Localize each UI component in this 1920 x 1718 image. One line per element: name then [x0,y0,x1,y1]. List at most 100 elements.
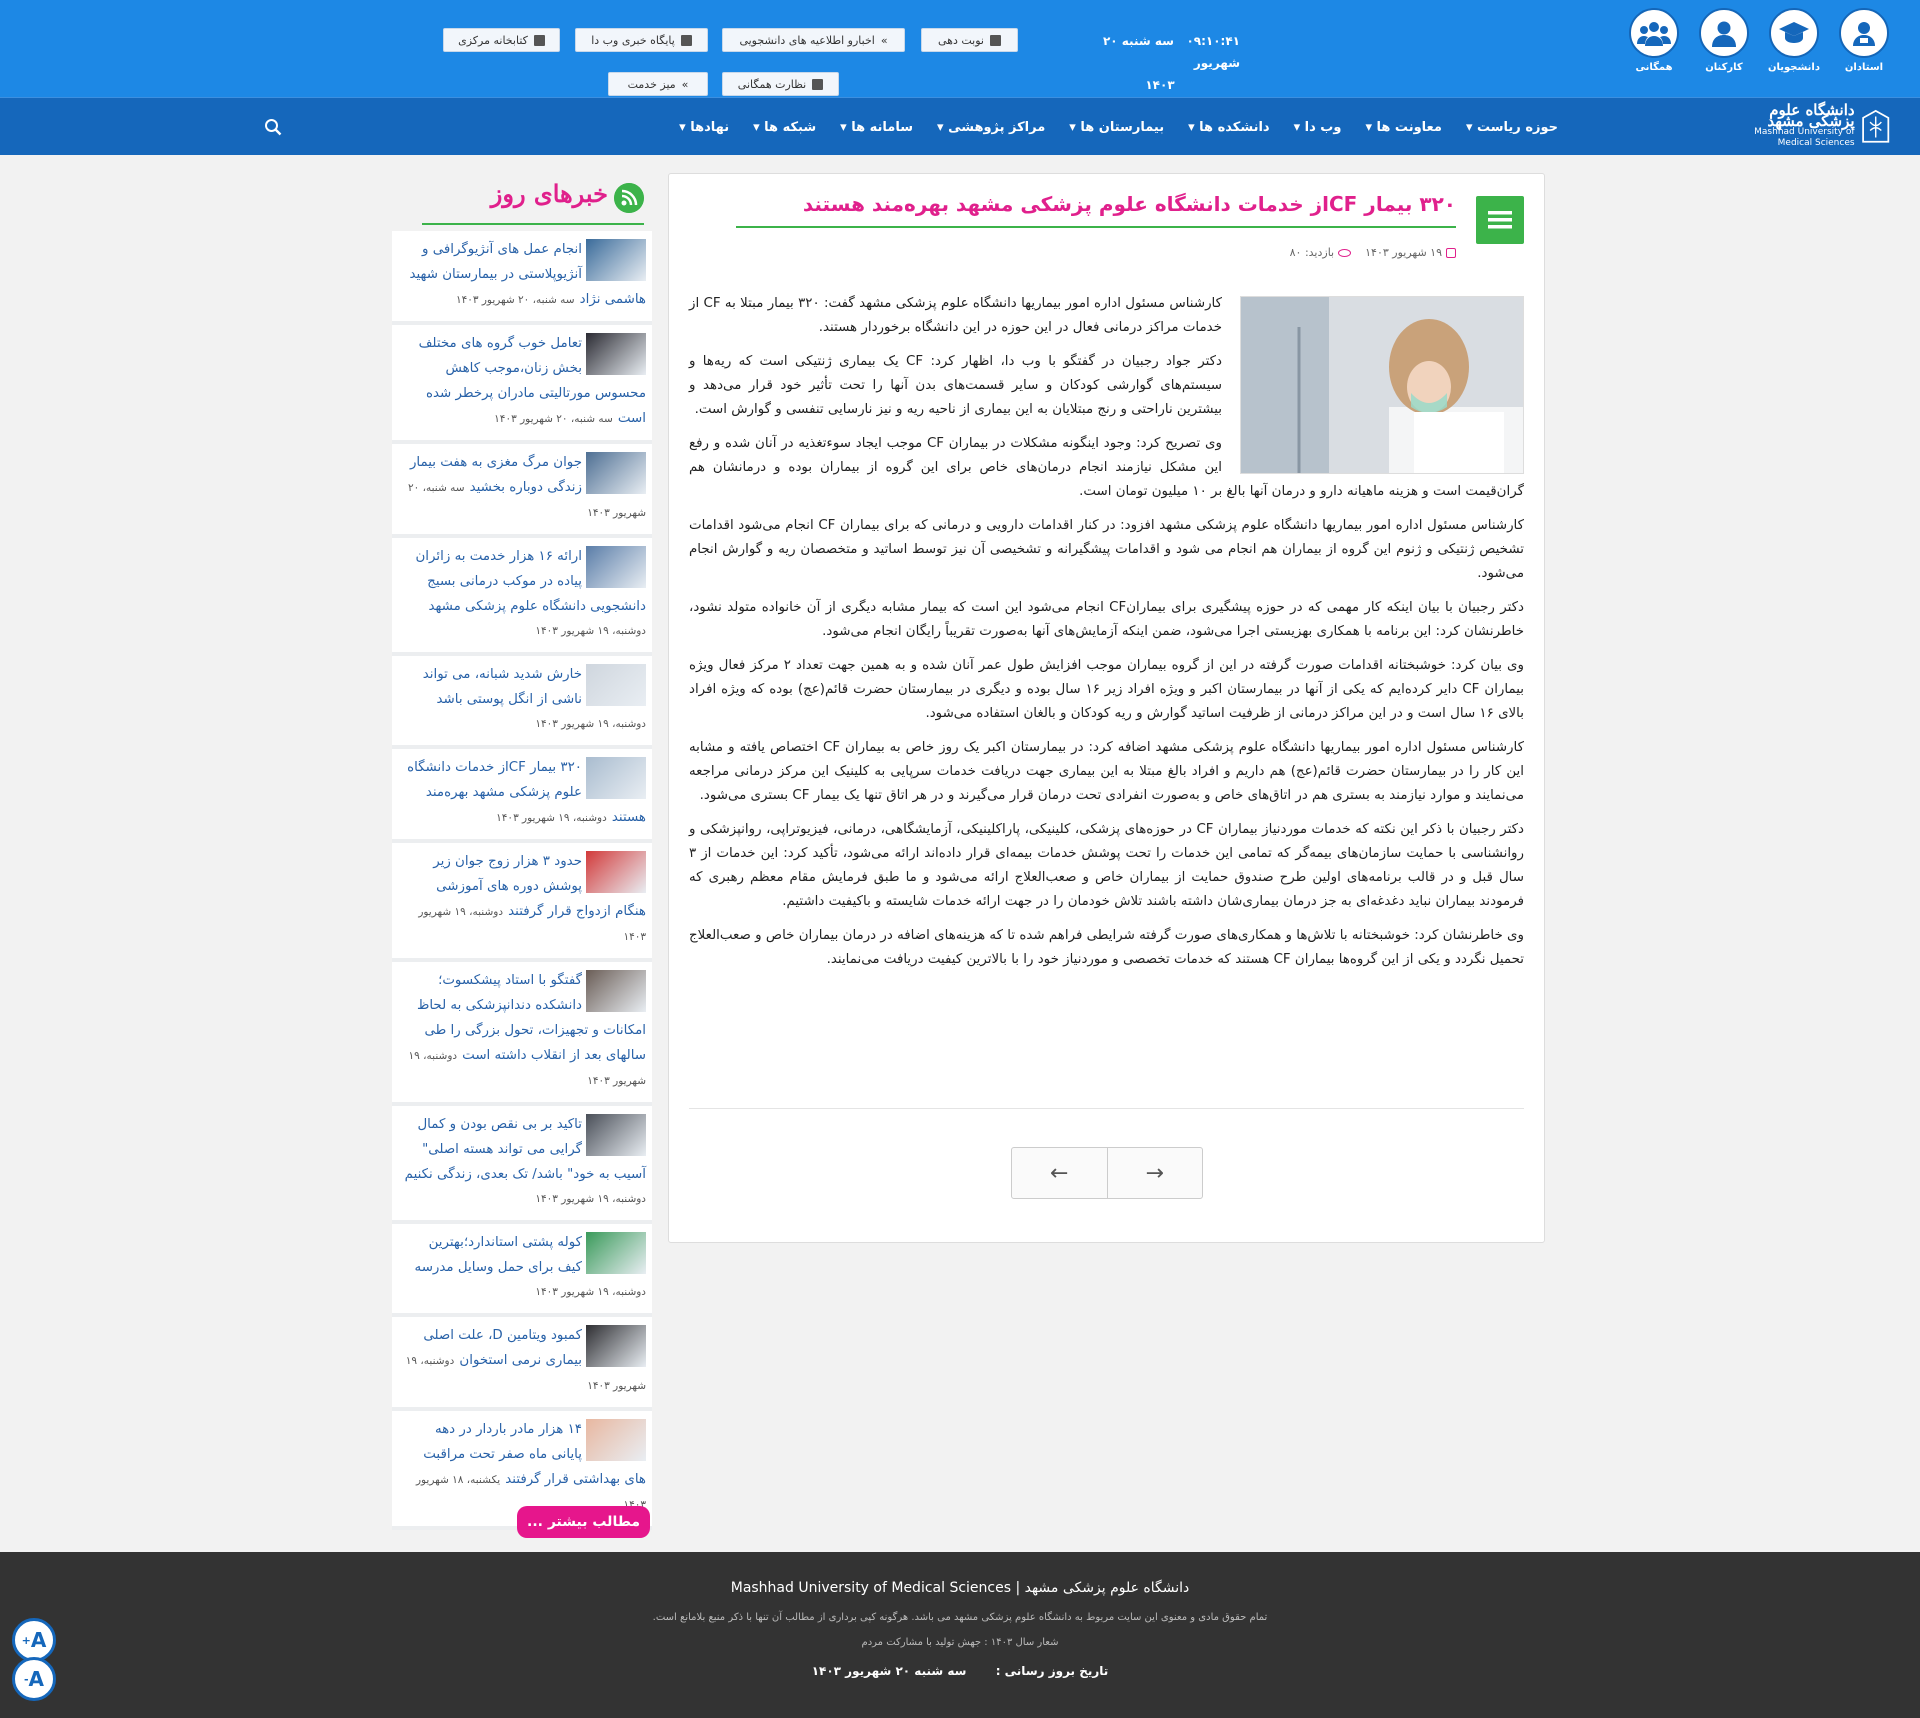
service-desk-button[interactable]: » میز خدمت [608,72,708,96]
book-icon [812,78,824,90]
article-paragraph: دکتر رجبیان با ذکر این نکته که خدمات مور… [689,822,1524,909]
news-thumbnail[interactable] [586,452,646,494]
nav-item-webda[interactable]: وب دا ▾ [1282,120,1354,135]
double-chevron-icon: » [681,77,689,91]
menu-list-icon [1476,196,1524,244]
public-oversight-button[interactable]: نظارت همگانی [722,72,839,96]
nav-item-label: بیمارستان ها [1080,119,1165,135]
public-oversight-label: نظارت همگانی [737,77,807,91]
news-thumbnail[interactable] [586,1325,646,1367]
nav-item-systems[interactable]: سامانه ها ▾ [828,120,925,135]
footer-update: تاریخ بروز رسانی : سه شنبه ۲۰ شهریور ۱۴۰… [0,1664,1920,1678]
sidebar-header: خبرهای روز [422,173,644,225]
news-thumbnail[interactable] [586,851,646,893]
graduation-cap-icon [1769,8,1819,58]
nav-item-institutions[interactable]: نهادها ▾ [667,120,741,135]
article-title: ۳۲۰ بیمار CFاز خدمات دانشگاه علوم پزشکی … [736,192,1456,228]
news-item[interactable]: گفتگو با استاد پیشکسوت؛ دانشکده دندانپزش… [392,962,652,1106]
news-date: سه شنبه، ۲۰ شهریور ۱۴۰۳ [494,413,613,425]
news-thumbnail[interactable] [586,333,646,375]
article-paragraph: کارشناس مسئول اداره امور بیماریها دانشگا… [689,740,1524,803]
news-title[interactable]: خارش شدید شبانه، می تواند ناشی از انگل پ… [423,667,582,707]
search-icon[interactable] [264,118,282,136]
nav-item-label: مراکز پژوهشی [948,119,1046,135]
article-paragraph: وی بیان کرد: خوشبختانه اقدامات صورت گرفت… [689,658,1524,721]
news-item[interactable]: تاکید بر بی نقص بودن و کمال گرایی می توا… [392,1106,652,1224]
news-date: دوشنبه، ۱۹ شهریور ۱۴۰۳ [496,812,607,824]
footer-slogan: شعار سال ۱۴۰۳ : جهش تولید با مشارکت مردم [861,1637,1059,1648]
news-thumbnail[interactable] [586,664,646,706]
role-professors-label: استادان [1844,62,1884,73]
nav-item-label: نهادها [690,119,730,135]
sidebar-title: خبرهای روز [490,179,608,208]
news-thumbnail[interactable] [586,239,646,281]
role-public-label: همگانی [1635,62,1673,73]
news-thumbnail[interactable] [586,1114,646,1156]
news-item[interactable]: کمبود ویتامین D، علت اصلی بیماری نرمی اس… [392,1317,652,1411]
book-icon [533,34,545,46]
article-paragraph: دکتر رجبیان با بیان اینکه کار مهمی که در… [689,600,1524,639]
header-time: ۰۹:۱۰:۴۱ [1186,34,1240,48]
news-title[interactable]: کوله پشتی استاندارد؛بهترین کیف برای حمل … [415,1235,582,1275]
footer: دانشگاه علوم پزشکی مشهد | Mashhad Univer… [0,1552,1920,1718]
article-pager: → ← [1011,1147,1203,1199]
header-datetime: ۰۹:۱۰:۴۱ سه شنبه ۲۰ شهریور ۱۴۰۳ [1080,30,1240,96]
next-article-button[interactable]: → [1108,1148,1203,1198]
news-thumbnail[interactable] [586,757,646,799]
news-thumbnail[interactable] [586,1419,646,1461]
logo-title-en-2: Medical Sciences [1777,138,1855,148]
font-increase-icon[interactable]: A + [12,1618,56,1662]
article-meta: ۱۹ شهریور ۱۴۰۳ بازدید: ۸۰ [1290,246,1456,259]
nav-item-label: معاونت ها [1376,119,1442,135]
logo-title-fa: دانشگاه علوم پزشکی مشهد [1767,101,1855,130]
news-item[interactable]: ارائه ۱۶ هزار خدمت به زائران پیاده در مو… [392,538,652,656]
footer-copyright: تمام حقوق مادی و معنوی این سایت مربوط به… [652,1612,1268,1623]
appointment-button[interactable]: نوبت دهی [921,28,1018,52]
nav-item-networks[interactable]: شبکه ها ▾ [741,120,828,135]
role-students-label: دانشجویان [1767,62,1820,73]
nav-item-presidency[interactable]: حوزه ریاست ▾ [1454,120,1570,135]
news-thumbnail[interactable] [586,970,646,1012]
calendar-icon [1446,248,1456,258]
role-professors[interactable]: استادان [1836,8,1892,73]
nav-item-deputies[interactable]: معاونت ها ▾ [1353,120,1453,135]
article-paragraph: وی خاطرنشان کرد: خوشبختانه با تلاش‌ها و … [689,928,1524,967]
font-decrease-icon[interactable]: A- [12,1657,56,1701]
role-public[interactable]: همگانی [1626,8,1682,73]
footer-title: دانشگاه علوم پزشکی مشهد | Mashhad Univer… [730,1580,1190,1596]
appointment-label: نوبت دهی [938,33,984,47]
nav-item-label: دانشکده ها [1199,119,1270,135]
nav-item-research-centers[interactable]: مراکز پژوهشی ▾ [925,120,1057,135]
quick-links: نوبت دهی » اخبارو اطلاعیه های دانشجویی پا… [418,25,1018,96]
role-staff[interactable]: کارکنان [1696,8,1752,73]
news-item[interactable]: جوان مرگ مغزی به هفت بیمار زندگی دوباره … [392,444,652,538]
article-views: بازدید: ۸۰ [1290,246,1352,259]
role-students[interactable]: دانشجویان [1766,8,1822,73]
user-icon [1699,8,1749,58]
central-library-label: کتابخانه مرکزی [458,33,528,47]
news-item[interactable]: تعامل خوب گروه های مختلف بخش زنان،موجب ک… [392,325,652,444]
footer-update-value: سه شنبه ۲۰ شهریور ۱۴۰۳ [811,1664,967,1678]
news-item[interactable]: خارش شدید شبانه، می تواند ناشی از انگل پ… [392,656,652,749]
nav-item-hospitals[interactable]: بیمارستان ها ▾ [1057,120,1176,135]
central-library-button[interactable]: کتابخانه مرکزی [443,28,560,52]
nav-item-faculties[interactable]: دانشکده ها ▾ [1176,120,1281,135]
webda-news-button[interactable]: پایگاه خبری وب دا [575,28,708,52]
news-item[interactable]: ۳۲۰ بیمار CFاز خدمات دانشگاه علوم پزشکی … [392,749,652,843]
service-desk-label: میز خدمت [627,77,676,91]
student-news-button[interactable]: » اخبارو اطلاعیه های دانشجویی [722,28,905,52]
article-image [1240,296,1524,474]
news-item[interactable]: انجام عمل های آنژیوگرافی و آنژیوپلاستی د… [392,231,652,325]
news-item[interactable]: کوله پشتی استاندارد؛بهترین کیف برای حمل … [392,1224,652,1317]
article-paragraph: کارشناس مسئول اداره امور بیماریها دانشگا… [689,518,1524,581]
more-news-button[interactable]: مطالب بیشتر ... [517,1506,650,1538]
news-thumbnail[interactable] [586,546,646,588]
role-staff-label: کارکنان [1705,62,1743,73]
university-logo[interactable]: دانشگاه علوم پزشکی مشهد Mashhad Universi… [1730,98,1890,156]
news-thumbnail[interactable] [586,1232,646,1274]
news-date: دوشنبه، ۱۹ شهریور ۱۴۰۳ [535,718,646,730]
previous-article-button[interactable]: ← [1012,1148,1108,1198]
news-item[interactable]: حدود ۳ هزار زوج جوان زیر پوشش دوره های آ… [392,843,652,962]
student-news-label: اخبارو اطلاعیه های دانشجویی [739,33,875,47]
nav-item-label: وب دا [1304,119,1342,135]
